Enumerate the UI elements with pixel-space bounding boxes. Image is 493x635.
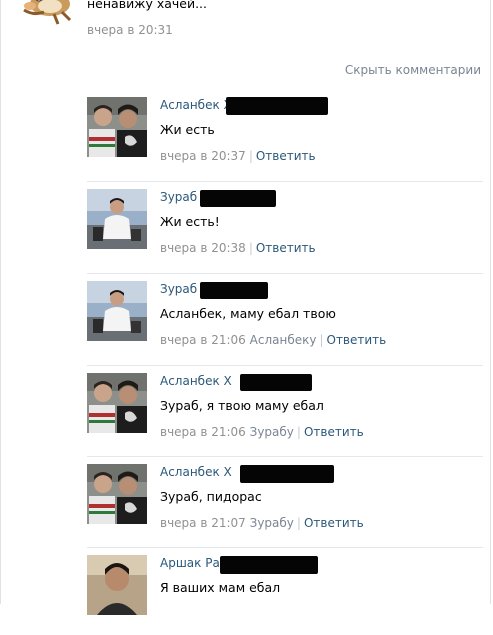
comment-author[interactable]: Зураб	[160, 190, 197, 204]
man-sitting-photo-icon	[87, 281, 147, 341]
avatar[interactable]	[87, 281, 147, 341]
post-avatar[interactable]	[14, 0, 74, 28]
comment-item: Зураб Асланбек, маму ебал твою вчера в 2…	[87, 273, 483, 361]
comment-date[interactable]: вчера в 21:06	[160, 333, 246, 347]
comment-item: Аршак Ра Я ваших мам ебал	[87, 547, 483, 635]
cartoon-character-icon	[23, 0, 72, 25]
page-left-border	[0, 0, 1, 604]
avatar[interactable]	[87, 555, 147, 615]
comment-separator	[87, 181, 483, 182]
comment-date[interactable]: вчера в 21:07	[160, 516, 246, 530]
comment-text: Жи есть!	[160, 214, 220, 229]
comment-meta: вчера в 21:07 Зурабу | Ответить	[160, 516, 364, 530]
comment-text: Жи есть	[160, 122, 215, 137]
comment-separator	[87, 273, 483, 274]
comment-separator	[87, 456, 483, 457]
comment-text: Я ваших мам ебал	[160, 580, 281, 595]
comment-author[interactable]: Асланбек Х	[160, 465, 232, 479]
comment-item: Зураб Жи есть! вчера в 20:38 | Ответить	[87, 181, 483, 269]
avatar[interactable]	[87, 97, 147, 157]
comment-meta: вчера в 20:38 | Ответить	[160, 241, 316, 255]
redaction-bar	[220, 556, 318, 574]
hide-comments-link[interactable]: Скрыть комментарии	[345, 63, 481, 77]
reply-to-link[interactable]: Зурабу	[250, 516, 294, 530]
avatar[interactable]	[87, 189, 147, 249]
comment-item: Асланбек Х Жи есть вчера в 20:37 | Ответит…	[87, 97, 483, 177]
page-right-border	[490, 0, 491, 604]
comment-meta: вчера в 21:06 Зурабу | Ответить	[160, 425, 364, 439]
reply-button[interactable]: Ответить	[327, 333, 387, 347]
comment-date[interactable]: вчера в 20:37	[160, 149, 246, 163]
comment-meta: вчера в 21:06 Асланбеку | Ответить	[160, 333, 386, 347]
comment-text: Зураб, пидорас	[160, 489, 262, 504]
comment-author[interactable]: Асланбек Х	[160, 98, 232, 112]
two-men-photo-icon	[87, 373, 147, 433]
comment-date[interactable]: вчера в 21:06	[160, 425, 246, 439]
post-date[interactable]: вчера в 20:31	[87, 23, 173, 37]
comment-meta: вчера в 20:37 | Ответить	[160, 149, 316, 163]
man-portrait-photo-icon	[87, 555, 147, 615]
comment-text: Зураб, я твою маму ебал	[160, 398, 324, 413]
reply-button[interactable]: Ответить	[304, 516, 364, 530]
comment-item: Асланбек Х Зураб, я твою маму ебал вчера…	[87, 365, 483, 453]
two-men-photo-icon	[87, 97, 147, 157]
avatar[interactable]	[87, 464, 147, 524]
comment-author[interactable]: Аршак Ра	[160, 556, 220, 570]
meta-divider: |	[248, 149, 253, 163]
reply-button[interactable]: Ответить	[304, 425, 364, 439]
meta-divider: |	[319, 333, 324, 347]
redaction-bar	[200, 282, 268, 299]
meta-divider: |	[296, 516, 301, 530]
two-men-photo-icon	[87, 464, 147, 524]
post-text: ненавижу хачей...	[87, 0, 207, 11]
reply-button[interactable]: Ответить	[256, 149, 316, 163]
reply-button[interactable]: Ответить	[256, 241, 316, 255]
reply-to-link[interactable]: Зурабу	[250, 425, 294, 439]
redaction-bar	[226, 97, 328, 115]
avatar[interactable]	[87, 373, 147, 433]
redaction-bar	[240, 374, 312, 391]
comment-author[interactable]: Зураб	[160, 282, 197, 296]
redaction-bar	[240, 465, 334, 483]
comment-date[interactable]: вчера в 20:38	[160, 241, 246, 255]
comment-item: Асланбек Х Зураб, пидорас вчера в 21:07 …	[87, 456, 483, 544]
reply-to-link[interactable]: Асланбеку	[250, 333, 317, 347]
meta-divider: |	[296, 425, 301, 439]
comment-author[interactable]: Асланбек Х	[160, 374, 232, 388]
comment-text: Асланбек, маму ебал твою	[160, 306, 336, 321]
man-sitting-photo-icon	[87, 189, 147, 249]
comment-separator	[87, 547, 483, 548]
comment-separator	[87, 365, 483, 366]
meta-divider: |	[248, 241, 253, 255]
redaction-bar	[200, 190, 276, 207]
